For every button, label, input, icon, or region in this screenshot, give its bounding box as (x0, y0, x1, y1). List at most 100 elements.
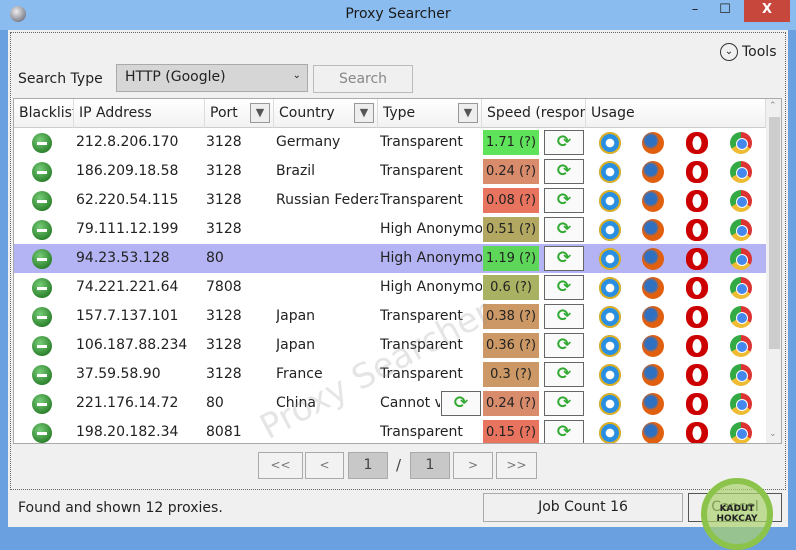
column-header-speed[interactable]: Speed (respons (482, 99, 586, 128)
chrome-icon[interactable] (730, 422, 752, 443)
table-row[interactable]: 74.221.221.647808High Anonymous0.6 (?)⟳ (14, 273, 766, 302)
internet-explorer-icon[interactable] (599, 422, 621, 443)
internet-explorer-icon[interactable] (599, 393, 621, 415)
table-row[interactable]: 198.20.182.34 8081 Transparent 0.15 (?) ⟳ (14, 418, 766, 443)
search-type-select[interactable]: HTTP (Google) ⌄ (116, 64, 308, 92)
filter-icon[interactable]: ▼ (354, 103, 374, 123)
opera-icon[interactable] (686, 393, 708, 415)
column-header-usage[interactable]: Usage (586, 99, 766, 128)
tools-button[interactable]: ⌄ Tools (720, 43, 777, 61)
opera-icon[interactable] (686, 219, 708, 241)
firefox-icon[interactable] (642, 132, 664, 154)
blacklist-icon[interactable] (32, 220, 52, 240)
blacklist-icon[interactable] (32, 133, 52, 153)
column-header-country[interactable]: Country ▼ (274, 99, 378, 128)
chrome-icon[interactable] (730, 219, 752, 241)
chrome-icon[interactable] (730, 364, 752, 386)
opera-icon[interactable] (686, 277, 708, 299)
internet-explorer-icon[interactable] (599, 364, 621, 386)
internet-explorer-icon[interactable] (599, 132, 621, 154)
chrome-icon[interactable] (730, 335, 752, 357)
chrome-icon[interactable] (730, 161, 752, 183)
table-row[interactable]: 79.111.12.199 3128 High Anonymous0.51 (?)⟳ (14, 215, 766, 244)
blacklist-icon[interactable] (32, 307, 52, 327)
firefox-icon[interactable] (642, 277, 664, 299)
column-header-port[interactable]: Port ▼ (205, 99, 274, 128)
current-page[interactable]: 1 (348, 452, 388, 479)
close-button[interactable]: X (744, 0, 790, 22)
chrome-icon[interactable] (730, 393, 752, 415)
filter-icon[interactable]: ▼ (458, 103, 478, 123)
refresh-icon[interactable]: ⟳ (544, 420, 584, 443)
firefox-icon[interactable] (642, 335, 664, 357)
scroll-up-icon[interactable]: ⌃ (769, 101, 777, 111)
column-header-ip[interactable]: IP Address (74, 99, 205, 128)
last-page-button[interactable]: >> (496, 452, 537, 479)
firefox-icon[interactable] (642, 248, 664, 270)
refresh-icon[interactable]: ⟳ (544, 246, 584, 271)
column-header-blacklist[interactable]: Blacklist (14, 99, 74, 128)
refresh-icon[interactable]: ⟳ (544, 391, 584, 416)
opera-icon[interactable] (686, 422, 708, 443)
opera-icon[interactable] (686, 306, 708, 328)
opera-icon[interactable] (686, 335, 708, 357)
opera-icon[interactable] (686, 132, 708, 154)
opera-icon[interactable] (686, 190, 708, 212)
refresh-icon[interactable]: ⟳ (441, 391, 481, 416)
job-count-button[interactable]: Job Count 16 (483, 493, 683, 522)
refresh-icon[interactable]: ⟳ (544, 304, 584, 329)
table-row[interactable]: 221.176.14.7280ChinaCannot verify⟳0.24 (… (14, 389, 766, 418)
refresh-icon[interactable]: ⟳ (544, 130, 584, 155)
firefox-icon[interactable] (642, 364, 664, 386)
blacklist-icon[interactable] (32, 394, 52, 414)
scroll-thumb[interactable] (769, 117, 780, 349)
blacklist-icon[interactable] (32, 278, 52, 298)
refresh-icon[interactable]: ⟳ (544, 217, 584, 242)
firefox-icon[interactable] (642, 161, 664, 183)
opera-icon[interactable] (686, 161, 708, 183)
minimize-button[interactable]: – (680, 0, 710, 22)
vertical-scrollbar[interactable]: ⌃ ⌄ (766, 99, 781, 443)
chrome-icon[interactable] (730, 277, 752, 299)
internet-explorer-icon[interactable] (599, 248, 621, 270)
opera-icon[interactable] (686, 364, 708, 386)
chrome-icon[interactable] (730, 306, 752, 328)
table-row[interactable]: 157.7.137.101 3128 Japan Transparent 0.38 (?… (14, 302, 766, 331)
refresh-icon[interactable]: ⟳ (544, 188, 584, 213)
chrome-icon[interactable] (730, 132, 752, 154)
refresh-icon[interactable]: ⟳ (544, 362, 584, 387)
chrome-icon[interactable] (730, 190, 752, 212)
internet-explorer-icon[interactable] (599, 190, 621, 212)
firefox-icon[interactable] (642, 190, 664, 212)
chrome-icon[interactable] (730, 248, 752, 270)
blacklist-icon[interactable] (32, 162, 52, 182)
firefox-icon[interactable] (642, 306, 664, 328)
table-row[interactable]: 186.209.18.58 3128 Brazil Transparent 0.24 (… (14, 157, 766, 186)
first-page-button[interactable]: << (258, 452, 303, 479)
internet-explorer-icon[interactable] (599, 219, 621, 241)
blacklist-icon[interactable] (32, 191, 52, 211)
scroll-down-icon[interactable]: ⌄ (769, 429, 777, 439)
table-row[interactable]: 212.8.206.170 3128 Germany Transparent 1.71 … (14, 128, 766, 157)
filter-icon[interactable]: ▼ (250, 103, 270, 123)
blacklist-icon[interactable] (32, 423, 52, 443)
firefox-icon[interactable] (642, 422, 664, 443)
column-header-type[interactable]: Type ▼ (378, 99, 482, 128)
next-page-button[interactable]: > (453, 452, 493, 479)
table-row[interactable]: 62.220.54.115 3128 Russian FederationTrans… (14, 186, 766, 215)
maximize-button[interactable]: ☐ (710, 0, 740, 22)
internet-explorer-icon[interactable] (599, 306, 621, 328)
prev-page-button[interactable]: < (305, 452, 344, 479)
firefox-icon[interactable] (642, 219, 664, 241)
internet-explorer-icon[interactable] (599, 335, 621, 357)
search-button[interactable]: Search (313, 65, 413, 93)
opera-icon[interactable] (686, 248, 708, 270)
refresh-icon[interactable]: ⟳ (544, 333, 584, 358)
internet-explorer-icon[interactable] (599, 161, 621, 183)
internet-explorer-icon[interactable] (599, 277, 621, 299)
firefox-icon[interactable] (642, 393, 664, 415)
blacklist-icon[interactable] (32, 365, 52, 385)
blacklist-icon[interactable] (32, 249, 52, 269)
table-row[interactable]: 94.23.53.128 80 High Anonymous1.19 (?)⟳ (14, 244, 766, 273)
refresh-icon[interactable]: ⟳ (544, 275, 584, 300)
